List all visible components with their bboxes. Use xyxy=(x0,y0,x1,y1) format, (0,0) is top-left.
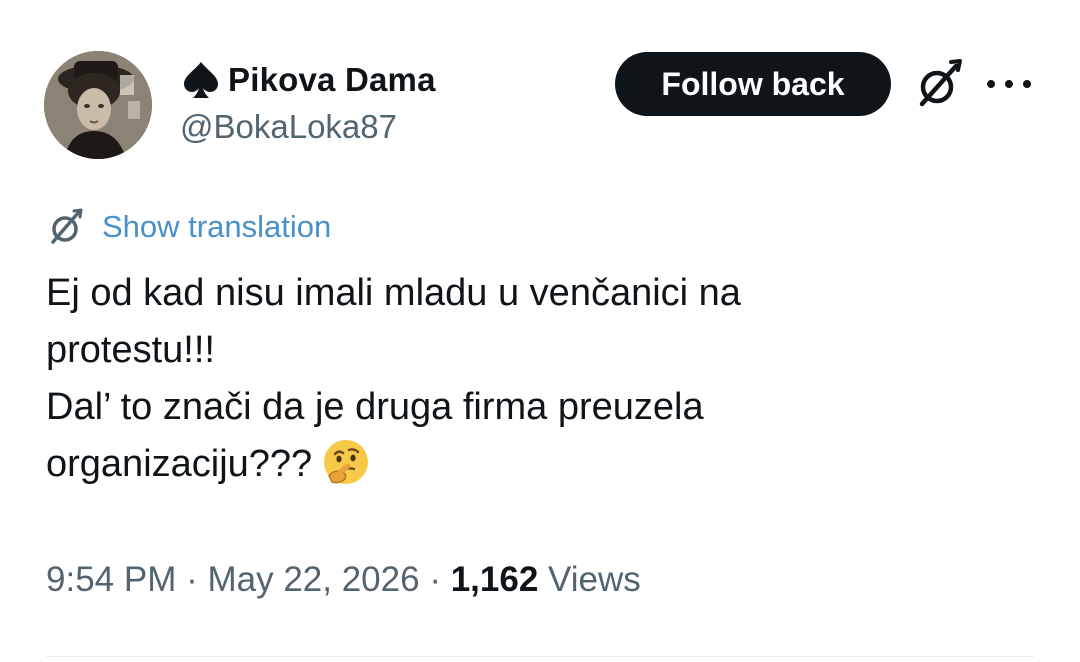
show-translation-label[interactable]: Show translation xyxy=(102,209,331,245)
tweet-meta: 9:54 PM · May 22, 2026 · 1,162 Views xyxy=(46,560,641,600)
meta-separator: · xyxy=(429,560,441,599)
display-name: Pikova Dama xyxy=(228,61,436,98)
tweet-date[interactable]: May 22, 2026 xyxy=(207,560,419,599)
views-label: Views xyxy=(548,560,641,599)
more-icon[interactable] xyxy=(987,66,1031,102)
tweet-line: protestu!!! xyxy=(46,329,215,371)
divider xyxy=(46,656,1034,657)
tweet-line: Dal’ to znači da je druga firma preuzela xyxy=(46,386,704,428)
show-translation-link[interactable]: Show translation xyxy=(46,205,331,249)
tweet-line-last: organizaciju??? xyxy=(46,436,1046,493)
follow-back-button[interactable]: Follow back xyxy=(615,52,891,116)
spade-icon xyxy=(184,62,218,98)
grok-icon[interactable] xyxy=(912,58,966,112)
avatar[interactable] xyxy=(44,51,152,159)
views-count[interactable]: 1,162 xyxy=(451,560,539,599)
meta-separator: · xyxy=(186,560,198,599)
tweet-time[interactable]: 9:54 PM xyxy=(46,560,176,599)
user-handle[interactable]: @BokaLoka87 xyxy=(180,108,397,146)
author-name-row[interactable]: Pikova Dama xyxy=(180,58,436,102)
tweet-line-text: organizaciju??? xyxy=(46,443,313,485)
translate-icon xyxy=(51,208,83,244)
thinking-face-emoji xyxy=(324,439,369,484)
tweet-line: Ej od kad nisu imali mladu u venčanici n… xyxy=(46,272,741,314)
tweet-text: Ej od kad nisu imali mladu u venčanici n… xyxy=(46,265,1046,493)
